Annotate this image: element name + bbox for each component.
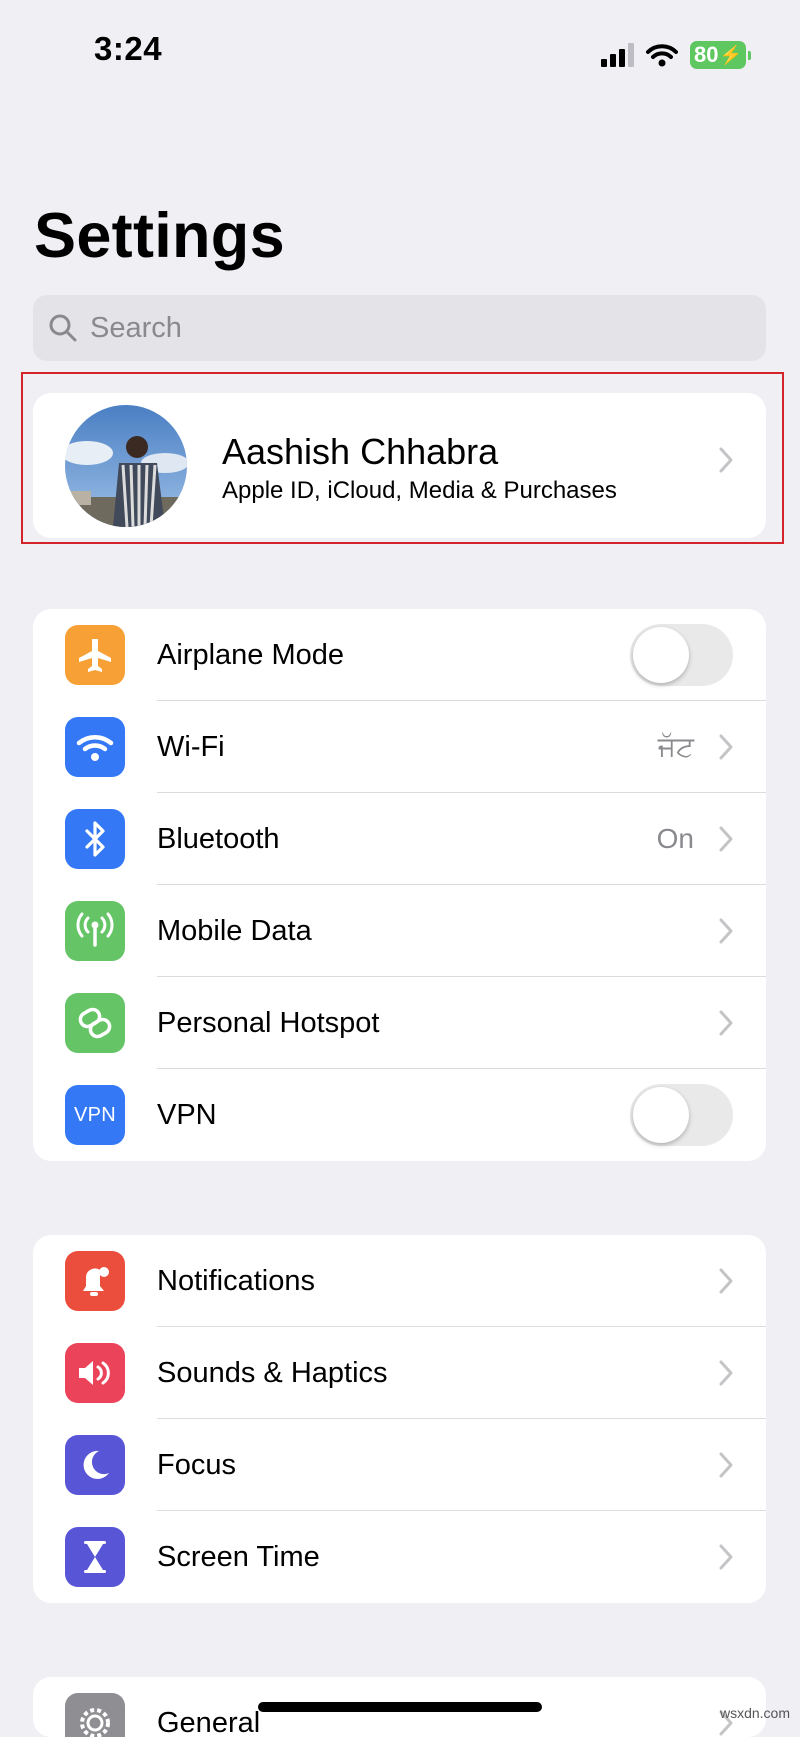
- chevron-right-icon: [719, 447, 733, 473]
- settings-row-airplane-mode[interactable]: Airplane Mode: [33, 609, 766, 701]
- bluetooth-icon: [65, 809, 125, 869]
- apple-id-profile-row[interactable]: Aashish Chhabra Apple ID, iCloud, Media …: [33, 393, 766, 538]
- airplane-icon: [65, 625, 125, 685]
- wifi-status-icon: [646, 44, 678, 67]
- bell-icon: [65, 1251, 125, 1311]
- settings-row-focus[interactable]: Focus: [33, 1419, 766, 1511]
- chevron-right-icon: [719, 918, 733, 944]
- wifi-network-value: ਜੱਟ: [657, 731, 694, 762]
- hotspot-icon: [65, 993, 125, 1053]
- bluetooth-label: Bluetooth: [157, 823, 280, 855]
- search-icon: [49, 314, 77, 342]
- profile-subtitle: Apple ID, iCloud, Media & Purchases: [222, 477, 617, 504]
- chevron-right-icon: [719, 1268, 733, 1294]
- chevron-right-icon: [719, 1360, 733, 1386]
- status-indicators: 80 ⚡: [601, 38, 751, 72]
- status-time: 3:24: [94, 30, 163, 67]
- settings-group-notifications: Notifications Sounds & Haptics Focus Scr…: [33, 1235, 766, 1603]
- speaker-icon: [65, 1343, 125, 1403]
- moon-icon: [65, 1435, 125, 1495]
- screen-time-label: Screen Time: [157, 1541, 320, 1573]
- settings-row-sounds-haptics[interactable]: Sounds & Haptics: [33, 1327, 766, 1419]
- settings-row-screen-time[interactable]: Screen Time: [33, 1511, 766, 1603]
- battery-icon: 80 ⚡: [690, 41, 751, 69]
- personal-hotspot-label: Personal Hotspot: [157, 1007, 380, 1039]
- vpn-label: VPN: [157, 1099, 217, 1131]
- search-placeholder: Search: [90, 311, 182, 344]
- settings-row-notifications[interactable]: Notifications: [33, 1235, 766, 1327]
- bluetooth-status-value: On: [656, 823, 694, 854]
- settings-row-bluetooth[interactable]: Bluetooth On: [33, 793, 766, 885]
- settings-row-personal-hotspot[interactable]: Personal Hotspot: [33, 977, 766, 1069]
- vpn-toggle[interactable]: [630, 1084, 733, 1146]
- vpn-icon-text: VPN: [73, 1103, 117, 1126]
- airplane-mode-label: Airplane Mode: [157, 639, 344, 671]
- settings-row-vpn[interactable]: VPN VPN: [33, 1069, 766, 1161]
- cellular-signal-icon: [601, 43, 634, 67]
- sounds-haptics-label: Sounds & Haptics: [157, 1357, 388, 1389]
- notifications-label: Notifications: [157, 1265, 315, 1297]
- wifi-label: Wi-Fi: [157, 731, 225, 763]
- gear-icon: [65, 1693, 125, 1737]
- chevron-right-icon: [719, 734, 733, 760]
- search-field[interactable]: Search: [33, 295, 766, 361]
- chevron-right-icon: [719, 1010, 733, 1036]
- home-indicator: [258, 1702, 542, 1712]
- watermark: wsxdn.com: [719, 1705, 790, 1721]
- settings-group-connectivity: Airplane Mode Wi-Fi ਜੱਟ Bluetooth On Mob…: [33, 609, 766, 1161]
- antenna-icon: [65, 901, 125, 961]
- avatar: [65, 405, 187, 527]
- mobile-data-label: Mobile Data: [157, 915, 312, 947]
- general-label: General: [157, 1707, 261, 1737]
- battery-level: 80: [694, 42, 719, 67]
- chevron-right-icon: [719, 1452, 733, 1478]
- wifi-icon: [65, 717, 125, 777]
- airplane-mode-toggle[interactable]: [630, 624, 733, 686]
- settings-row-mobile-data[interactable]: Mobile Data: [33, 885, 766, 977]
- vpn-icon: VPN: [65, 1085, 125, 1145]
- chevron-right-icon: [719, 826, 733, 852]
- chevron-right-icon: [719, 1544, 733, 1570]
- focus-label: Focus: [157, 1449, 236, 1481]
- settings-row-wifi[interactable]: Wi-Fi ਜੱਟ: [33, 701, 766, 793]
- hourglass-icon: [65, 1527, 125, 1587]
- page-title: Settings: [34, 201, 285, 271]
- profile-name: Aashish Chhabra: [222, 431, 499, 472]
